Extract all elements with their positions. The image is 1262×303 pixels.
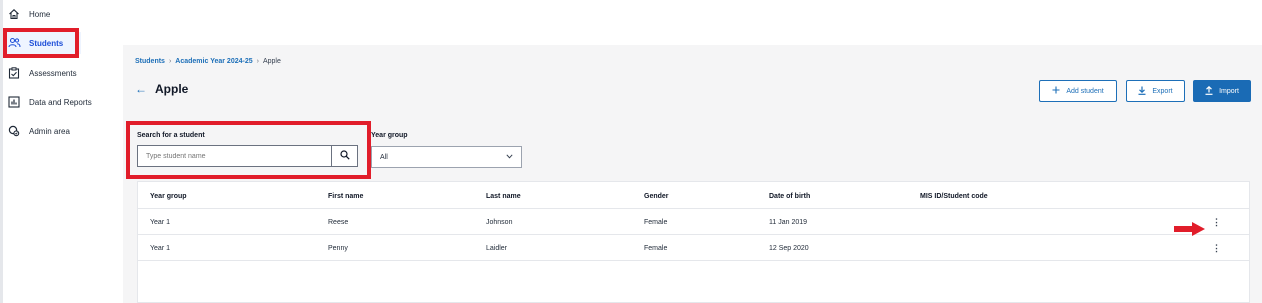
- export-button[interactable]: Export: [1126, 80, 1185, 102]
- cell-last-name: Johnson: [486, 219, 513, 226]
- breadcrumb-separator: ›: [168, 58, 172, 65]
- page-header: ← Apple: [135, 82, 188, 96]
- clipboard-icon: [7, 66, 21, 80]
- sidebar-item-assessments[interactable]: Assessments: [7, 62, 77, 84]
- sidebar-item-label: Home: [29, 9, 51, 19]
- column-header[interactable]: Year group: [150, 184, 187, 209]
- sidebar-item-admin-area[interactable]: Admin area: [7, 120, 70, 142]
- table-header-row: Year group First name Last name Gender D…: [138, 184, 1249, 209]
- sidebar-item-label: Students: [29, 38, 64, 48]
- search-label: Search for a student: [137, 132, 205, 139]
- search-icon: [339, 147, 350, 165]
- sidebar-item-label: Admin area: [29, 126, 70, 136]
- add-student-label: Add student: [1066, 87, 1104, 95]
- breadcrumb-link-academic-year[interactable]: Academic Year 2024-25: [175, 58, 252, 65]
- admin-icon: [7, 124, 21, 138]
- column-header[interactable]: Last name: [486, 184, 521, 209]
- cell-date-of-birth: 12 Sep 2020: [769, 245, 809, 252]
- import-label: Import: [1219, 87, 1239, 95]
- breadcrumb-separator: ›: [256, 58, 259, 65]
- main-content: Students › Academic Year 2024-25 › Apple…: [123, 45, 1262, 303]
- add-student-button[interactable]: Add student: [1039, 80, 1117, 102]
- sidebar-item-label: Assessments: [29, 68, 77, 78]
- sidebar: Home Students Assessments Data and Repor…: [0, 0, 118, 303]
- search-input[interactable]: [138, 146, 331, 166]
- students-table: Year group First name Last name Gender D…: [137, 181, 1250, 303]
- sidebar-item-students[interactable]: Students: [7, 32, 81, 54]
- column-header[interactable]: Date of birth: [769, 184, 810, 209]
- row-menu-icon[interactable]: ⋮: [1212, 236, 1221, 261]
- cell-first-name: Reese: [328, 219, 349, 226]
- breadcrumb-current: Apple: [262, 58, 281, 65]
- cell-year-group: Year 1: [150, 219, 170, 226]
- column-header[interactable]: First name: [328, 184, 363, 209]
- sidebar-item-label: Data and Reports: [29, 97, 92, 107]
- cell-date-of-birth: 11 Jan 2019: [769, 219, 808, 226]
- upload-icon: [1205, 85, 1213, 97]
- users-icon: [7, 36, 21, 50]
- chart-icon: [7, 95, 21, 109]
- app-root: Home Students Assessments Data and Repor…: [0, 0, 1262, 303]
- cell-gender: Female: [644, 245, 668, 252]
- year-group-label: Year group: [371, 132, 408, 139]
- plus-icon: [1052, 86, 1060, 96]
- column-header[interactable]: MIS ID/Student code: [920, 184, 988, 209]
- download-icon: [1138, 86, 1146, 97]
- page-title: Apple: [155, 82, 189, 96]
- column-header[interactable]: Gender: [644, 184, 669, 209]
- row-menu-icon[interactable]: ⋮: [1212, 210, 1221, 235]
- cell-year-group: Year 1: [150, 245, 170, 252]
- table-row[interactable]: Year 1 Penny Laidler Female 12 Sep 2020 …: [138, 236, 1249, 261]
- sidebar-item-home[interactable]: Home: [7, 3, 50, 25]
- breadcrumb-link-students[interactable]: Students: [135, 58, 165, 65]
- home-icon: [7, 7, 21, 21]
- sidebar-item-data-and-reports[interactable]: Data and Reports: [7, 91, 92, 113]
- cell-gender: Female: [644, 219, 668, 226]
- import-button[interactable]: Import: [1193, 80, 1251, 102]
- search-box: [137, 145, 358, 167]
- chevron-down-icon: [506, 153, 513, 161]
- breadcrumb: Students › Academic Year 2024-25 › Apple: [135, 58, 281, 65]
- export-label: Export: [1152, 87, 1173, 95]
- search-button[interactable]: [331, 146, 357, 166]
- annotation-arrow-icon: [1174, 222, 1205, 236]
- cell-first-name: Penny: [328, 245, 348, 252]
- year-group-value: All: [380, 153, 388, 161]
- back-arrow-icon[interactable]: ←: [135, 82, 147, 96]
- year-group-select[interactable]: All: [371, 146, 522, 168]
- table-row[interactable]: Year 1 Reese Johnson Female 11 Jan 2019 …: [138, 210, 1249, 235]
- cell-last-name: Laidler: [486, 245, 508, 252]
